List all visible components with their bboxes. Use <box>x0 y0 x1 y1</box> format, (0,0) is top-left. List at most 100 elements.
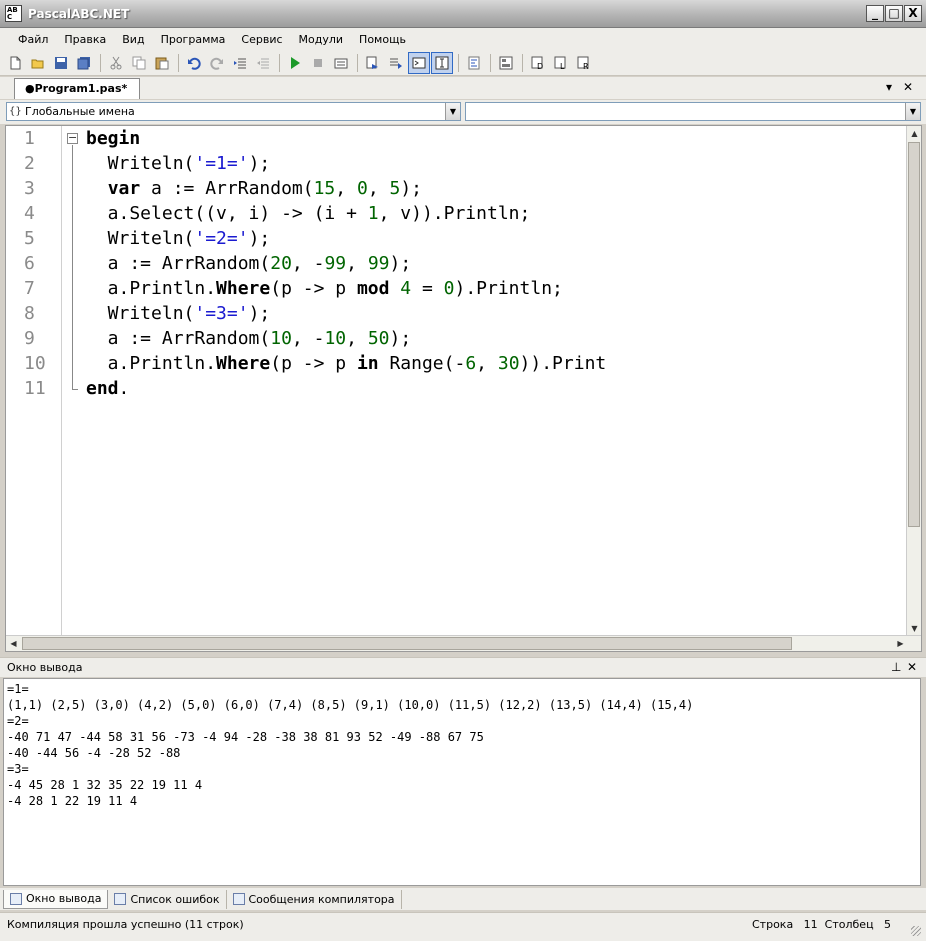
scroll-thumb[interactable] <box>22 637 792 650</box>
scroll-down-icon[interactable]: ▼ <box>907 621 921 636</box>
output-panel-title: Окно вывода <box>7 661 83 674</box>
code-line: Writeln('=3='); <box>86 303 271 324</box>
output-line: -4 28 1 22 19 11 4 <box>7 794 138 808</box>
step-over-icon[interactable] <box>385 52 407 74</box>
line-number: 6 <box>24 253 35 274</box>
new-file-icon[interactable] <box>4 52 26 74</box>
code-line: Writeln('=2='); <box>86 228 271 249</box>
document-tab-strip: ●Program1.pas* ▾ ✕ <box>0 77 926 99</box>
toolbar-separator <box>458 53 459 72</box>
fold-guide-end <box>72 389 78 390</box>
scroll-thumb[interactable] <box>908 142 920 527</box>
menu-modules[interactable]: Модули <box>291 33 352 46</box>
scope-combo[interactable]: {} Глобальные имена ▼ <box>6 102 461 121</box>
svg-text:D: D <box>537 62 543 70</box>
tab-error-list[interactable]: Список ошибок <box>108 889 227 909</box>
menu-program[interactable]: Программа <box>153 33 234 46</box>
output-window-icon <box>10 892 22 905</box>
console-toggle-icon[interactable] <box>408 51 430 74</box>
code-line: begin <box>86 128 141 149</box>
menu-edit[interactable]: Правка <box>56 33 114 46</box>
tab-compiler-messages[interactable]: Сообщения компилятора <box>227 889 402 909</box>
code-line: a := ArrRandom(10, -10, 50); <box>86 328 412 349</box>
toolbar-separator <box>178 53 179 72</box>
svg-text:R: R <box>583 62 589 70</box>
menu-view[interactable]: Вид <box>114 33 152 46</box>
tab-list-dropdown-icon[interactable]: ▾ <box>886 80 892 94</box>
output-window[interactable]: =1= (1,1) (2,5) (3,0) (4,2) (5,0) (6,0) … <box>3 678 921 886</box>
insert-template-l-icon[interactable]: L <box>550 52 572 74</box>
tab-label: Окно вывода <box>26 892 102 905</box>
compile-icon[interactable] <box>330 52 352 74</box>
horizontal-scrollbar[interactable]: ◀ ▶ <box>6 635 921 651</box>
line-number: 1 <box>24 128 35 149</box>
line-number: 11 <box>24 378 46 399</box>
output-line: -40 -44 56 -4 -28 52 -88 <box>7 746 181 760</box>
stop-icon[interactable] <box>307 52 329 74</box>
output-line: =3= <box>7 762 29 776</box>
code-line: a.Println.Where(p -> p in Range(-6, 30))… <box>86 353 607 374</box>
insert-template-d-icon[interactable]: D <box>527 52 549 74</box>
output-line: -40 71 47 -44 58 31 56 -73 -4 94 -28 -38… <box>7 730 484 744</box>
menu-file[interactable]: Файл <box>10 33 56 46</box>
code-line: a := ArrRandom(20, -99, 99); <box>86 253 412 274</box>
step-into-icon[interactable] <box>362 52 384 74</box>
save-all-icon[interactable] <box>73 52 95 74</box>
close-panel-icon[interactable]: ✕ <box>907 660 917 674</box>
minimize-button[interactable]: _ <box>866 5 884 22</box>
output-line: =1= <box>7 682 29 696</box>
svg-text:L: L <box>560 62 565 70</box>
undo-icon[interactable] <box>183 52 205 74</box>
tab-label: Сообщения компилятора <box>248 892 395 906</box>
line-number: 8 <box>24 303 35 324</box>
indent-icon[interactable] <box>229 52 251 74</box>
line-number: 10 <box>24 353 46 374</box>
output-line: (1,1) (2,5) (3,0) (4,2) (5,0) (6,0) (7,4… <box>7 698 694 712</box>
cut-icon[interactable] <box>105 52 127 74</box>
tab-output-window[interactable]: Окно вывода <box>3 889 109 909</box>
chevron-down-icon[interactable]: ▼ <box>445 103 460 120</box>
namespace-icon: {} <box>9 106 22 117</box>
run-icon[interactable] <box>284 52 306 74</box>
resize-grip-icon[interactable] <box>911 926 921 936</box>
copy-icon[interactable] <box>128 52 150 74</box>
scroll-right-icon[interactable]: ▶ <box>893 636 908 651</box>
error-list-icon <box>114 893 127 905</box>
insert-template-r-icon[interactable]: R <box>573 52 595 74</box>
app-icon: AB C <box>5 5 22 22</box>
bottom-panel-tabs: Окно вывода Список ошибок Сообщения комп… <box>0 888 926 910</box>
toolbar-separator <box>279 53 280 72</box>
toolbar-separator <box>100 53 101 72</box>
scroll-left-icon[interactable]: ◀ <box>6 636 21 651</box>
toolbar-separator <box>522 53 523 72</box>
fold-toggle-icon[interactable]: − <box>67 132 78 144</box>
menu-help[interactable]: Помощь <box>351 33 414 46</box>
output-line: -4 45 28 1 32 35 22 19 11 4 <box>7 778 203 792</box>
form-designer-icon[interactable] <box>495 52 517 74</box>
vertical-scrollbar[interactable]: ▲ ▼ <box>906 126 921 636</box>
open-folder-icon[interactable] <box>27 52 49 74</box>
member-combo[interactable]: ▼ <box>465 102 921 121</box>
paste-icon[interactable] <box>151 52 173 74</box>
toolbar: D L R <box>0 50 926 76</box>
compiler-messages-icon <box>232 893 245 905</box>
chevron-down-icon[interactable]: ▼ <box>905 103 920 120</box>
status-bar: Компиляция прошла успешно (11 строк) Стр… <box>0 912 926 941</box>
redo-icon[interactable] <box>206 52 228 74</box>
text-cursor-toggle-icon[interactable] <box>431 51 453 74</box>
toolbar-separator <box>490 53 491 72</box>
status-message: Компиляция прошла успешно (11 строк) <box>7 918 244 931</box>
line-number: 5 <box>24 228 35 249</box>
maximize-button[interactable]: □ <box>885 5 903 22</box>
window-controls: _ □ X <box>866 5 922 22</box>
tab-program1[interactable]: ●Program1.pas* <box>14 78 141 99</box>
save-icon[interactable] <box>50 52 72 74</box>
menu-service[interactable]: Сервис <box>233 33 290 46</box>
unindent-icon[interactable] <box>252 52 274 74</box>
format-code-icon[interactable] <box>463 52 485 74</box>
close-button[interactable]: X <box>904 5 922 22</box>
scroll-up-icon[interactable]: ▲ <box>907 126 921 141</box>
close-tab-icon[interactable]: ✕ <box>903 80 913 94</box>
pin-icon[interactable]: ⊥ <box>891 660 901 674</box>
code-editor[interactable]: 1 2 3 4 5 6 7 8 9 10 11 − begin Writeln(… <box>5 125 922 652</box>
